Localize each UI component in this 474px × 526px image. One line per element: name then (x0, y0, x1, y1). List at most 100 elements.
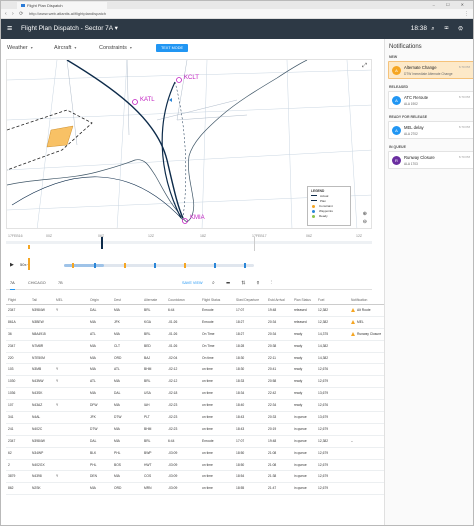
constraints-filter[interactable]: Constraints ▾ (99, 39, 132, 57)
hamburger-menu-icon[interactable]: ≡ (7, 24, 12, 33)
notifications-title: Notifications (389, 44, 422, 50)
actual-line-swatch (311, 195, 317, 198)
column-header[interactable]: Origin (90, 295, 99, 305)
header-action-icons[interactable]: ⌕ ✉ ⚙ (431, 19, 467, 39)
column-header[interactable]: Notification (351, 295, 367, 305)
nav-arrows-icon[interactable]: ‹ › ⟳ (5, 9, 25, 19)
table-cell: MIA (114, 331, 120, 336)
notification-card[interactable]: R Runway Closure ALA 1703 6:70 PM (388, 151, 473, 169)
notification-time: 6:70 PM (458, 155, 470, 159)
table-cell: in queue (294, 438, 307, 443)
tab-chicago[interactable]: CHICAGO (28, 278, 46, 289)
app-title[interactable]: Flight Plan Dispatch - Sector 7A ▾ (21, 19, 118, 39)
browser-menu-icon[interactable]: ⋮ (464, 9, 469, 19)
table-cell: Runway Closure (351, 329, 381, 341)
weather-filter[interactable]: Weather ▾ (7, 39, 33, 57)
event-marker[interactable] (28, 245, 30, 249)
table-cell: MIA (90, 486, 96, 491)
constraint-marker[interactable] (184, 263, 186, 268)
table-cell: 18:54 (236, 474, 245, 479)
waypoint-marker[interactable] (154, 263, 156, 268)
save-view-button[interactable]: SAVE VIEW (182, 278, 203, 289)
timeline: 17FEB16 00Z 06Z 12Z 18Z 17FEB17 06Z 12Z … (6, 232, 372, 276)
playback-track[interactable] (64, 263, 254, 268)
notification-text[interactable]: MEL (357, 320, 364, 324)
table-cell: MIA (114, 426, 120, 431)
table-cell: USA (144, 391, 151, 396)
table-cell: 2347 (8, 308, 16, 312)
column-header[interactable]: Tail (32, 295, 37, 305)
text-mode-button[interactable]: TEXT MODE (156, 44, 188, 52)
atl-label: KATL (140, 97, 155, 103)
column-header[interactable]: Sked Departure (236, 295, 259, 305)
waypoint-marker[interactable] (94, 263, 96, 268)
column-header[interactable]: Flight (8, 295, 16, 305)
notification-text[interactable]: Alt Route (357, 308, 371, 312)
table-cell: MIA (114, 474, 120, 479)
table-cell: MEL (351, 317, 364, 329)
notification-text[interactable]: Runway Closure (357, 332, 381, 336)
notification-title: MEL delay (404, 125, 424, 130)
table-cell: 861A (8, 319, 16, 324)
notification-type-icon: R (392, 156, 401, 165)
tab-7b[interactable]: 7B (58, 278, 63, 289)
table-cell: 12,676 (318, 403, 329, 408)
time-tick: 00Z (46, 234, 53, 238)
aircraft-icon[interactable] (169, 98, 172, 102)
tab-7a[interactable]: 7A (10, 278, 15, 290)
browser-tab[interactable]: Flight Plan Dispatch (17, 2, 107, 9)
address-bar: ‹ › ⟳ http://www.web.atlantis.ai/flightp… (1, 9, 473, 19)
table-cell: BRL (144, 438, 151, 443)
table-cell: N402GX (32, 462, 45, 467)
table-cell: N7E50M (32, 355, 45, 360)
table-cell: 12,382 (318, 319, 329, 324)
table-cell: On Time (202, 343, 215, 348)
zoom-in-icon[interactable]: ⊕ (363, 210, 367, 218)
flight-map[interactable]: KCLT KATL KMIA ⤢ LEGEND Actual Plan Cons… (6, 59, 372, 229)
table-cell: KGA (144, 319, 151, 324)
browser-tab-title: Flight Plan Dispatch (27, 3, 63, 8)
waypoint-marker[interactable] (244, 263, 246, 268)
notification-card[interactable]: A MEL delay ALA 2702 6:70 PM (388, 121, 473, 139)
mia-airport-marker[interactable] (182, 218, 188, 224)
table-cell: Y (56, 379, 59, 384)
column-header[interactable]: Countdown (168, 295, 185, 305)
table-cell: N43AZ (32, 403, 43, 408)
table-cell: ready (294, 331, 303, 336)
zoom-out-icon[interactable]: ⊖ (363, 218, 367, 226)
waypoint-marker[interactable] (214, 263, 216, 268)
column-header[interactable]: MEL (56, 295, 63, 305)
table-cell: MIA (90, 391, 96, 396)
timeline-track[interactable] (6, 241, 372, 244)
expand-icon[interactable]: ⤢ (362, 63, 367, 70)
column-header[interactable]: Flight Status (202, 295, 220, 305)
window-controls[interactable]: – ☐ ✕ (433, 1, 469, 9)
clt-airport-marker[interactable] (176, 77, 182, 83)
plan-route (11, 176, 184, 221)
table-cell: 22:34 (268, 403, 277, 408)
notification-type-icon: A (392, 66, 401, 75)
column-header[interactable]: Estd Arrival (268, 295, 285, 305)
playback-position-marker[interactable] (28, 258, 30, 270)
column-header[interactable]: Plan Status (294, 295, 311, 305)
atl-airport-marker[interactable] (132, 99, 138, 105)
notification-card[interactable]: A Alternate Change DTW Immediate Alternate… (388, 61, 473, 79)
time-tick: 06Z (306, 234, 313, 238)
constraint-marker[interactable] (72, 263, 74, 268)
aircraft-filter[interactable]: Aircraft ▾ (54, 39, 76, 57)
column-header[interactable]: Alternate (144, 295, 157, 305)
play-icon[interactable]: ▶ (10, 262, 14, 268)
table-cell: N4398 (32, 474, 42, 479)
notification-card[interactable]: A ATC Reroute ALA 1902 6:70 PM (388, 91, 473, 109)
app-header: ≡ Flight Plan Dispatch - Sector 7A ▾ 18:… (1, 19, 473, 39)
url-input[interactable]: http://www.web.atlantis.ai/flightplandis… (29, 11, 449, 17)
grid-tool-icons[interactable]: ⌕ ☰ ⇅ ⚲ ⋮ (212, 278, 277, 289)
table-cell: ready (294, 403, 303, 408)
table-cell: -02:18 (168, 391, 178, 396)
constraint-marker[interactable] (124, 263, 126, 268)
column-header[interactable]: Fuel (318, 295, 324, 305)
table-cell: released (294, 319, 307, 324)
column-header[interactable]: Dest (114, 295, 121, 305)
current-time-marker[interactable] (101, 237, 103, 249)
notification-section-heading: NEW (389, 55, 398, 59)
